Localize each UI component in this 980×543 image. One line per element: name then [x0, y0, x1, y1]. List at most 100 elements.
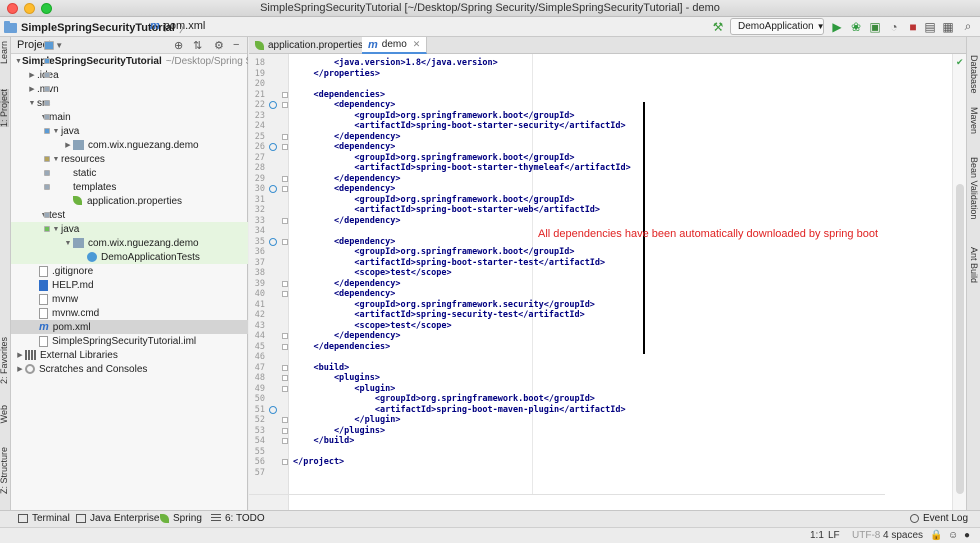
fold-marker-icon[interactable]	[282, 175, 288, 182]
code-line[interactable]: </plugins>	[293, 426, 385, 436]
tree-item-root[interactable]: ▼ SimpleSpringSecurityTutorial ~/Desktop…	[11, 54, 248, 68]
code-line[interactable]: <groupId>org.springframework.security</g…	[293, 300, 595, 310]
tool-button-terminal[interactable]: Terminal	[18, 513, 70, 524]
code-line[interactable]: <groupId>org.springframework.boot</group…	[293, 394, 595, 404]
file-encoding[interactable]: UTF-8	[852, 530, 880, 541]
code-line[interactable]: </properties>	[293, 69, 380, 79]
code-line[interactable]: </dependency>	[293, 279, 401, 289]
tool-tab-structure[interactable]: Z: Structure	[0, 447, 9, 494]
tree-item-idea[interactable]: ▶ .idea	[11, 68, 248, 82]
close-icon[interactable]: ✕	[413, 39, 421, 50]
coverage-icon[interactable]: ▣	[867, 18, 883, 35]
dependency-gutter-icon[interactable]	[269, 143, 277, 151]
fold-marker-icon[interactable]	[282, 438, 288, 444]
code-line[interactable]: <java.version>1.8</java.version>	[293, 58, 498, 68]
fold-marker-icon[interactable]	[282, 238, 288, 245]
code-line[interactable]: <dependency>	[293, 237, 395, 247]
tool-tab-ant-build[interactable]: Ant Build	[969, 247, 979, 283]
tree-item-static[interactable]: static	[11, 166, 248, 180]
code-line[interactable]: </project>	[293, 457, 344, 467]
tree-item-test[interactable]: ▼ test	[11, 208, 248, 222]
fold-marker-icon[interactable]	[282, 144, 288, 150]
tree-item-help-md[interactable]: HELP.md	[11, 278, 248, 292]
code-line[interactable]: <plugins>	[293, 373, 380, 383]
stop-icon[interactable]: ■	[905, 18, 921, 35]
tree-item-main[interactable]: ▼ main	[11, 110, 248, 124]
run-icon[interactable]: ▶	[829, 18, 845, 35]
code-line[interactable]: <artifactId>spring-security-test</artifa…	[293, 310, 584, 320]
tool-tab-database[interactable]: Database	[969, 55, 979, 94]
tree-item-mvn[interactable]: ▶ .mvn	[11, 82, 248, 96]
tool-tab-maven[interactable]: Maven	[969, 107, 979, 134]
tool-tab-favorites[interactable]: 2: Favorites	[0, 337, 9, 384]
code-line[interactable]: <dependency>	[293, 184, 395, 194]
locate-icon[interactable]: ⊕	[174, 39, 183, 52]
hide-icon[interactable]: −	[233, 39, 239, 51]
tree-item-test-package[interactable]: ▼ com.wix.nguezang.demo	[11, 236, 248, 250]
fold-marker-icon[interactable]	[282, 291, 288, 297]
code-line[interactable]: </dependency>	[293, 331, 401, 341]
dependency-gutter-icon[interactable]	[269, 237, 277, 246]
code-line[interactable]: <scope>test</scope>	[293, 268, 451, 278]
search-icon[interactable]: ⌕	[960, 18, 976, 35]
code-line[interactable]: </plugin>	[293, 415, 400, 425]
inspector-icon[interactable]: ☺	[948, 530, 958, 541]
code-line[interactable]: <scope>test</scope>	[293, 321, 451, 331]
fold-marker-icon[interactable]	[282, 217, 288, 224]
code-line[interactable]: <artifactId>spring-boot-starter-web</art…	[293, 205, 600, 215]
fold-marker-icon[interactable]	[282, 364, 288, 371]
tool-tab-learn[interactable]: Learn	[0, 41, 9, 64]
tool-tab-web[interactable]: Web	[0, 405, 9, 423]
code-line[interactable]: <artifactId>spring-boot-starter-thymelea…	[293, 163, 630, 173]
fold-marker-icon[interactable]	[282, 333, 288, 339]
tool-button-todo[interactable]: 6: TODO	[211, 513, 265, 524]
notifications-icon[interactable]: ●	[964, 530, 970, 541]
code-line[interactable]: <plugin>	[293, 384, 395, 394]
tree-item-test-java[interactable]: ▼ java	[11, 222, 248, 236]
code-line[interactable]: <groupId>org.springframework.boot</group…	[293, 247, 574, 257]
code-line[interactable]: <groupId>org.springframework.boot</group…	[293, 195, 574, 205]
gear-icon[interactable]: ⚙	[214, 39, 224, 52]
code-editor[interactable]: 18 19 20 21 22 23 24 25 26 27 28 29 30 31 32 33 34 35 36 37…	[249, 54, 966, 510]
fold-marker-icon[interactable]	[282, 102, 288, 108]
tree-item-gitignore[interactable]: .gitignore	[11, 264, 248, 278]
code-line[interactable]: <artifactId>spring-boot-starter-test</ar…	[293, 258, 605, 268]
tree-item-main-java[interactable]: ▼ java	[11, 124, 248, 138]
tool-button-spring[interactable]: Spring	[160, 513, 202, 524]
build-hammer-icon[interactable]: ⚒	[710, 18, 726, 35]
tree-item-external-libraries[interactable]: ▶ External Libraries	[11, 348, 248, 362]
tab-demo[interactable]: m demo ✕	[362, 37, 428, 54]
code-line[interactable]: </build>	[293, 436, 354, 446]
code-line[interactable]: <build>	[293, 363, 349, 373]
code-line[interactable]: <dependencies>	[293, 90, 385, 100]
code-line[interactable]: <groupId>org.springframework.boot</group…	[293, 111, 574, 121]
code-line[interactable]: <dependency>	[293, 289, 395, 299]
project-structure-icon[interactable]: ▤	[922, 18, 938, 35]
fold-marker-icon[interactable]	[282, 186, 288, 192]
code-line[interactable]: <groupId>org.springframework.boot</group…	[293, 153, 574, 163]
tree-item-iml[interactable]: SimpleSpringSecurityTutorial.iml	[11, 334, 248, 348]
indent-setting[interactable]: 4 spaces	[883, 530, 923, 541]
tool-tab-bean-validation[interactable]: Bean Validation	[969, 157, 979, 219]
line-separator[interactable]: LF	[828, 530, 840, 541]
code-line[interactable]: </dependency>	[293, 174, 401, 184]
code-line[interactable]: <artifactId>spring-boot-maven-plugin</ar…	[293, 405, 626, 415]
tree-item-templates[interactable]: templates	[11, 180, 248, 194]
fold-marker-icon[interactable]	[282, 375, 288, 381]
breadcrumb-file[interactable]: m pom.xml	[150, 20, 205, 32]
fold-marker-icon[interactable]	[282, 427, 288, 434]
caret-position[interactable]: 1:1	[810, 530, 824, 541]
fold-marker-icon[interactable]	[282, 459, 288, 465]
tree-item-src[interactable]: ▼ src	[11, 96, 248, 110]
tree-item-mvnw[interactable]: mvnw	[11, 292, 248, 306]
code-line[interactable]: <dependency>	[293, 100, 395, 110]
dependency-gutter-icon[interactable]	[269, 405, 277, 414]
profile-icon[interactable]: ◔	[886, 18, 902, 35]
code-line[interactable]: </dependency>	[293, 216, 401, 226]
tree-item-application-properties[interactable]: application.properties	[11, 194, 248, 208]
dependency-gutter-icon[interactable]	[269, 185, 277, 193]
tool-button-event-log[interactable]: Event Log	[910, 513, 968, 524]
fold-marker-icon[interactable]	[282, 417, 288, 423]
dependency-gutter-icon[interactable]	[269, 101, 277, 109]
code-line[interactable]: </dependency>	[293, 132, 401, 142]
